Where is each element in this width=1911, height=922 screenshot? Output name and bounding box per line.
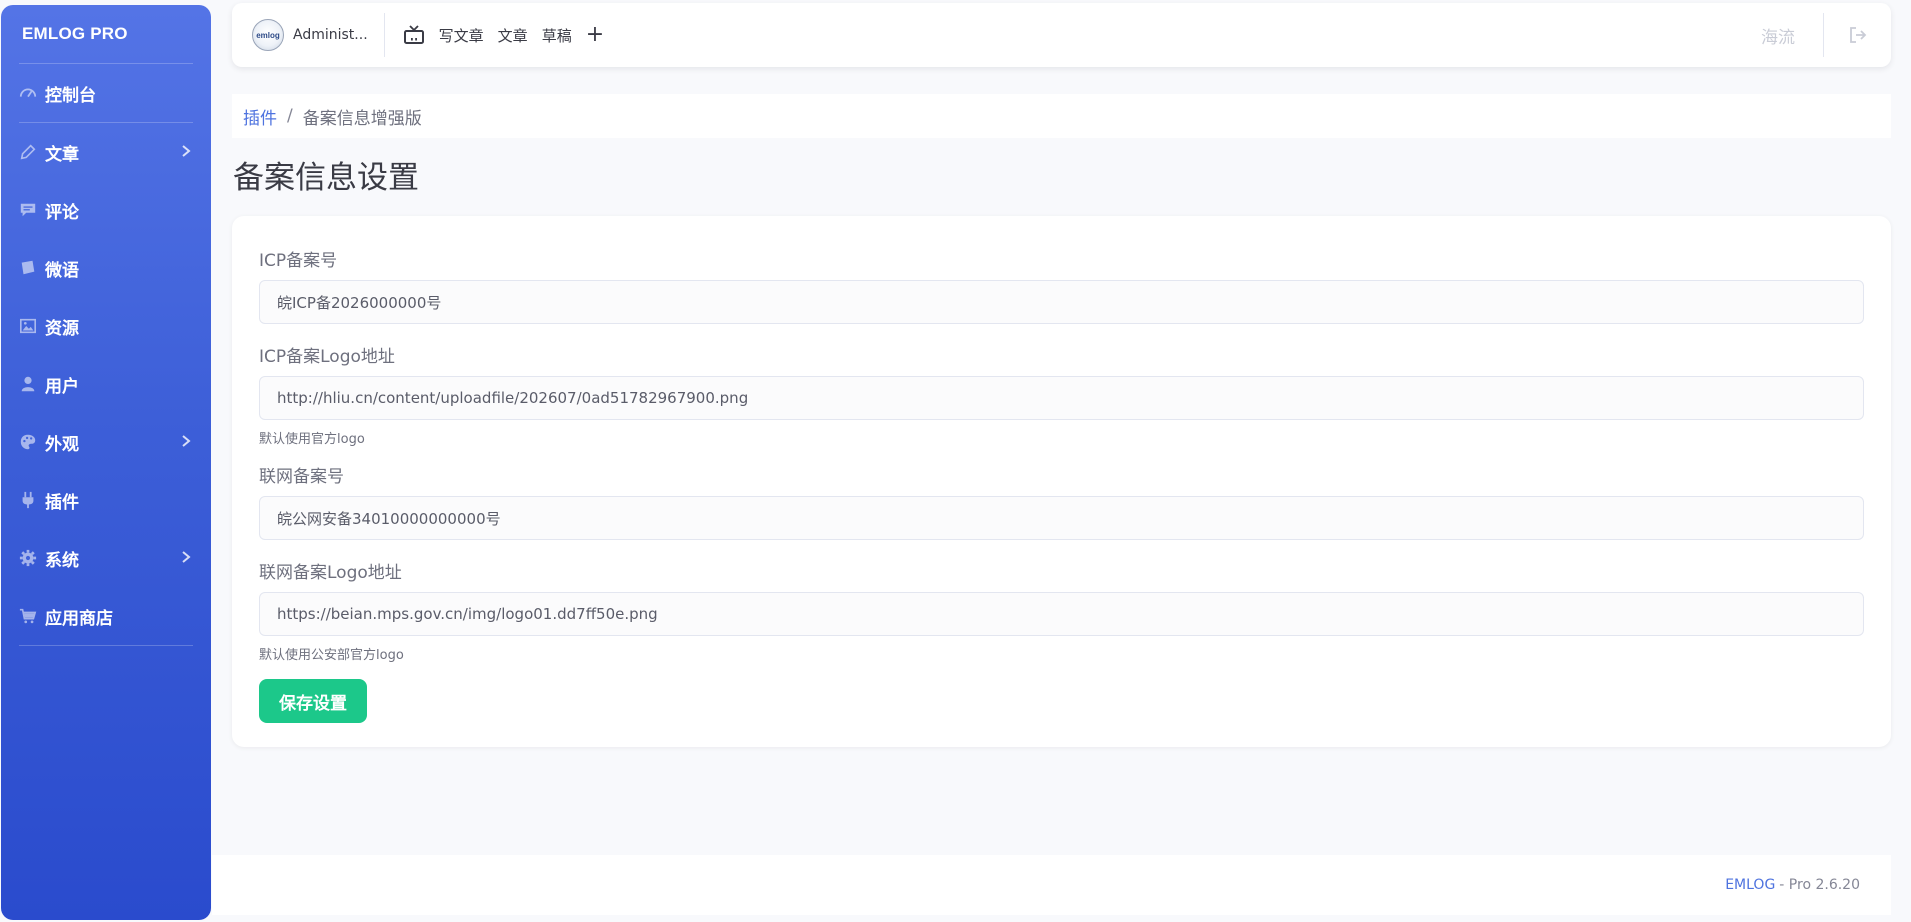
- cart-icon: [19, 606, 43, 626]
- topbar-right: 海流: [1761, 13, 1891, 57]
- save-button[interactable]: 保存设置: [259, 679, 367, 723]
- username[interactable]: Administ...: [293, 27, 368, 43]
- chevron-right-icon: [181, 142, 191, 162]
- drafts-link[interactable]: 草稿: [542, 25, 572, 46]
- icp-logo-group: ICP备案Logo地址 http://hliu.cn/content/uploa…: [259, 342, 1864, 447]
- chevron-right-icon: [181, 432, 191, 452]
- footer-emlog-link[interactable]: EMLOG: [1725, 877, 1775, 893]
- sidebar-item-articles[interactable]: 文章: [1, 123, 211, 181]
- sidebar-item-plugins[interactable]: 插件: [1, 471, 211, 529]
- page-title: 备案信息设置: [233, 160, 419, 196]
- write-article-link[interactable]: 写文章: [439, 25, 484, 46]
- articles-link[interactable]: 文章: [498, 25, 528, 46]
- sidebar-item-label: 控制台: [45, 85, 96, 106]
- sidebar-item-label: 外观: [45, 434, 79, 455]
- sidebar-item-comments[interactable]: 评论: [1, 181, 211, 239]
- footer: EMLOG - Pro 2.6.20: [212, 855, 1891, 915]
- sidebar-item-appearance[interactable]: 外观: [1, 413, 211, 471]
- chevron-right-icon: [181, 548, 191, 568]
- tv-icon[interactable]: [403, 25, 425, 45]
- user-menu[interactable]: emlog Administ...: [232, 13, 385, 57]
- user-icon: [19, 374, 43, 394]
- police-group: 联网备案号 皖公网安备34010000000000号: [259, 462, 1864, 540]
- footer-version: - Pro 2.6.20: [1779, 877, 1860, 893]
- breadcrumb: 插件 / 备案信息增强版: [232, 94, 1891, 138]
- sidebar-item-label: 系统: [45, 550, 79, 571]
- palette-icon: [19, 432, 43, 452]
- icp-input[interactable]: 皖ICP备2026000000号: [259, 280, 1864, 324]
- image-icon: [19, 316, 43, 336]
- sidebar-item-label: 插件: [45, 492, 79, 513]
- sidebar-item-label: 评论: [45, 202, 79, 223]
- sidebar-item-label: 文章: [45, 144, 79, 165]
- police-logo-group: 联网备案Logo地址 https://beian.mps.gov.cn/img/…: [259, 558, 1864, 663]
- police-logo-help: 默认使用公安部官方logo: [259, 648, 404, 663]
- sidebar-item-users[interactable]: 用户: [1, 355, 211, 413]
- breadcrumb-current: 备案信息增强版: [302, 108, 422, 129]
- sidebar-item-label: 应用商店: [45, 608, 113, 629]
- sidebar-item-label: 资源: [45, 318, 79, 339]
- police-logo-input[interactable]: https://beian.mps.gov.cn/img/logo01.dd7f…: [259, 592, 1864, 636]
- sidebar-item-system[interactable]: 系统: [1, 529, 211, 587]
- sidebar-item-label: 用户: [45, 376, 79, 397]
- icp-logo-help: 默认使用官方logo: [259, 432, 365, 447]
- site-name-link[interactable]: 海流: [1761, 23, 1795, 48]
- breadcrumb-plugins-link[interactable]: 插件: [243, 104, 277, 129]
- breadcrumb-separator: /: [287, 106, 293, 126]
- sidebar-divider: [19, 645, 193, 646]
- avatar[interactable]: emlog: [252, 19, 284, 51]
- icp-label: ICP备案号: [259, 251, 338, 271]
- icp-group: ICP备案号 皖ICP备2026000000号: [259, 246, 1864, 324]
- topbar: emlog Administ... 写文章 文章 草稿 + 海流: [232, 3, 1891, 67]
- police-input[interactable]: 皖公网安备34010000000000号: [259, 496, 1864, 540]
- comment-icon: [19, 200, 43, 220]
- icp-logo-label: ICP备案Logo地址: [259, 347, 395, 367]
- logout-icon[interactable]: [1823, 13, 1891, 57]
- dashboard-icon: [19, 83, 43, 103]
- sidebar-item-dashboard[interactable]: 控制台: [1, 64, 211, 122]
- plug-icon: [19, 490, 43, 510]
- settings-card: ICP备案号 皖ICP备2026000000号 ICP备案Logo地址 http…: [232, 216, 1891, 747]
- sidebar-item-micro[interactable]: 微语: [1, 239, 211, 297]
- note-icon: [19, 258, 43, 278]
- brand-logo[interactable]: EMLOG PRO: [1, 5, 211, 63]
- gear-icon: [19, 548, 43, 568]
- quick-actions: 写文章 文章 草稿 +: [403, 24, 604, 46]
- police-logo-label: 联网备案Logo地址: [259, 563, 402, 583]
- sidebar-item-store[interactable]: 应用商店: [1, 587, 211, 645]
- police-label: 联网备案号: [259, 467, 344, 487]
- sidebar-item-media[interactable]: 资源: [1, 297, 211, 355]
- sidebar: EMLOG PRO 控制台 文章 评论 微语 资源 用户 外观 插件 系统 应用…: [1, 5, 211, 920]
- pencil-icon: [19, 142, 43, 162]
- add-icon[interactable]: +: [586, 24, 604, 46]
- sidebar-item-label: 微语: [45, 260, 79, 281]
- icp-logo-input[interactable]: http://hliu.cn/content/uploadfile/202607…: [259, 376, 1864, 420]
